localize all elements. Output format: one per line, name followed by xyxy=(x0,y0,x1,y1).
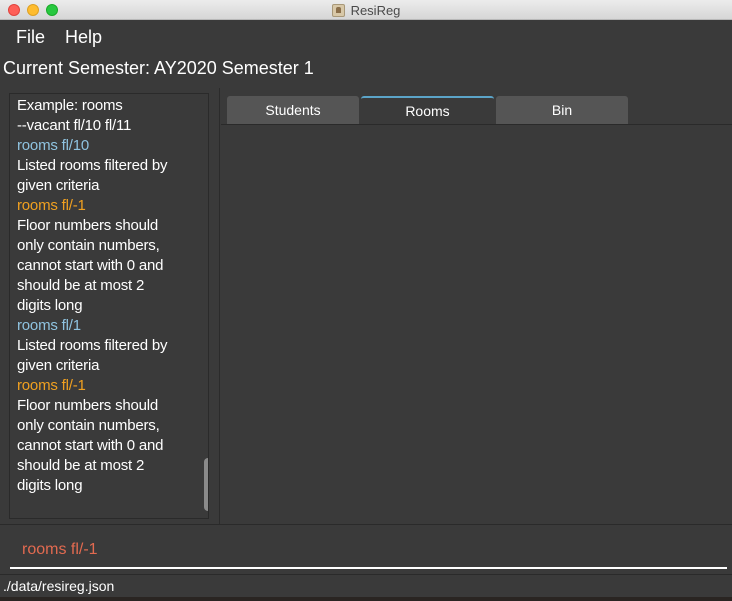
result-line-command: rooms fl/10 xyxy=(17,137,89,154)
result-line-text: cannot start with 0 and xyxy=(17,257,164,274)
command-box xyxy=(0,524,732,572)
result-line-text: Example: rooms xyxy=(17,97,123,114)
result-line-text: Floor numbers should xyxy=(17,397,159,414)
menu-file[interactable]: File xyxy=(16,27,45,48)
menu-bar: File Help xyxy=(0,21,732,53)
result-line-text: Floor numbers should xyxy=(17,217,159,234)
result-line-text: --vacant fl/10 fl/11 xyxy=(17,117,132,134)
tab-students[interactable]: Students xyxy=(227,96,359,124)
window-title-wrap: ResiReg xyxy=(0,0,732,20)
result-line-command: rooms fl/1 xyxy=(17,317,81,334)
app-icon xyxy=(331,3,345,17)
result-display[interactable]: Example: rooms --vacant fl/10 fl/11 rooms … xyxy=(9,93,209,519)
result-text: Example: rooms --vacant fl/10 fl/11 rooms … xyxy=(17,96,195,496)
result-line-text: digits long xyxy=(17,477,83,494)
command-input[interactable] xyxy=(10,533,727,569)
menu-help[interactable]: Help xyxy=(65,27,102,48)
result-line-text: Listed rooms filtered by xyxy=(17,337,168,354)
tab-content xyxy=(221,125,732,524)
tab-rooms[interactable]: Rooms xyxy=(361,96,494,124)
result-line-text: given criteria xyxy=(17,177,100,194)
result-line-text: cannot start with 0 and xyxy=(17,437,164,454)
result-line-error: rooms fl/-1 xyxy=(17,377,86,394)
result-line-text: should be at most 2 xyxy=(17,457,145,474)
current-semester-label: Current Semester: AY2020 Semester 1 xyxy=(3,58,314,78)
data-file-path: ./data/resireg.json xyxy=(3,578,115,594)
tab-header: Students Rooms Bin xyxy=(221,88,732,125)
result-line-error: rooms fl/-1 xyxy=(17,197,86,214)
result-scrollbar[interactable] xyxy=(204,458,208,511)
result-panel: Example: rooms --vacant fl/10 fl/11 rooms … xyxy=(0,88,220,524)
title-bar: ResiReg xyxy=(0,0,732,20)
tab-bin[interactable]: Bin xyxy=(496,96,628,124)
result-line-text: should be at most 2 xyxy=(17,277,145,294)
bottom-edge xyxy=(0,597,732,601)
status-bar: ./data/resireg.json xyxy=(0,574,732,597)
result-line-text: digits long xyxy=(17,297,83,314)
result-line-text: given criteria xyxy=(17,357,100,374)
window-title: ResiReg xyxy=(350,2,401,18)
result-line-text: Listed rooms filtered by xyxy=(17,157,168,174)
tab-panel: Students Rooms Bin xyxy=(221,88,732,524)
result-line-text: only contain numbers, xyxy=(17,417,160,434)
result-line-text: only contain numbers, xyxy=(17,237,160,254)
